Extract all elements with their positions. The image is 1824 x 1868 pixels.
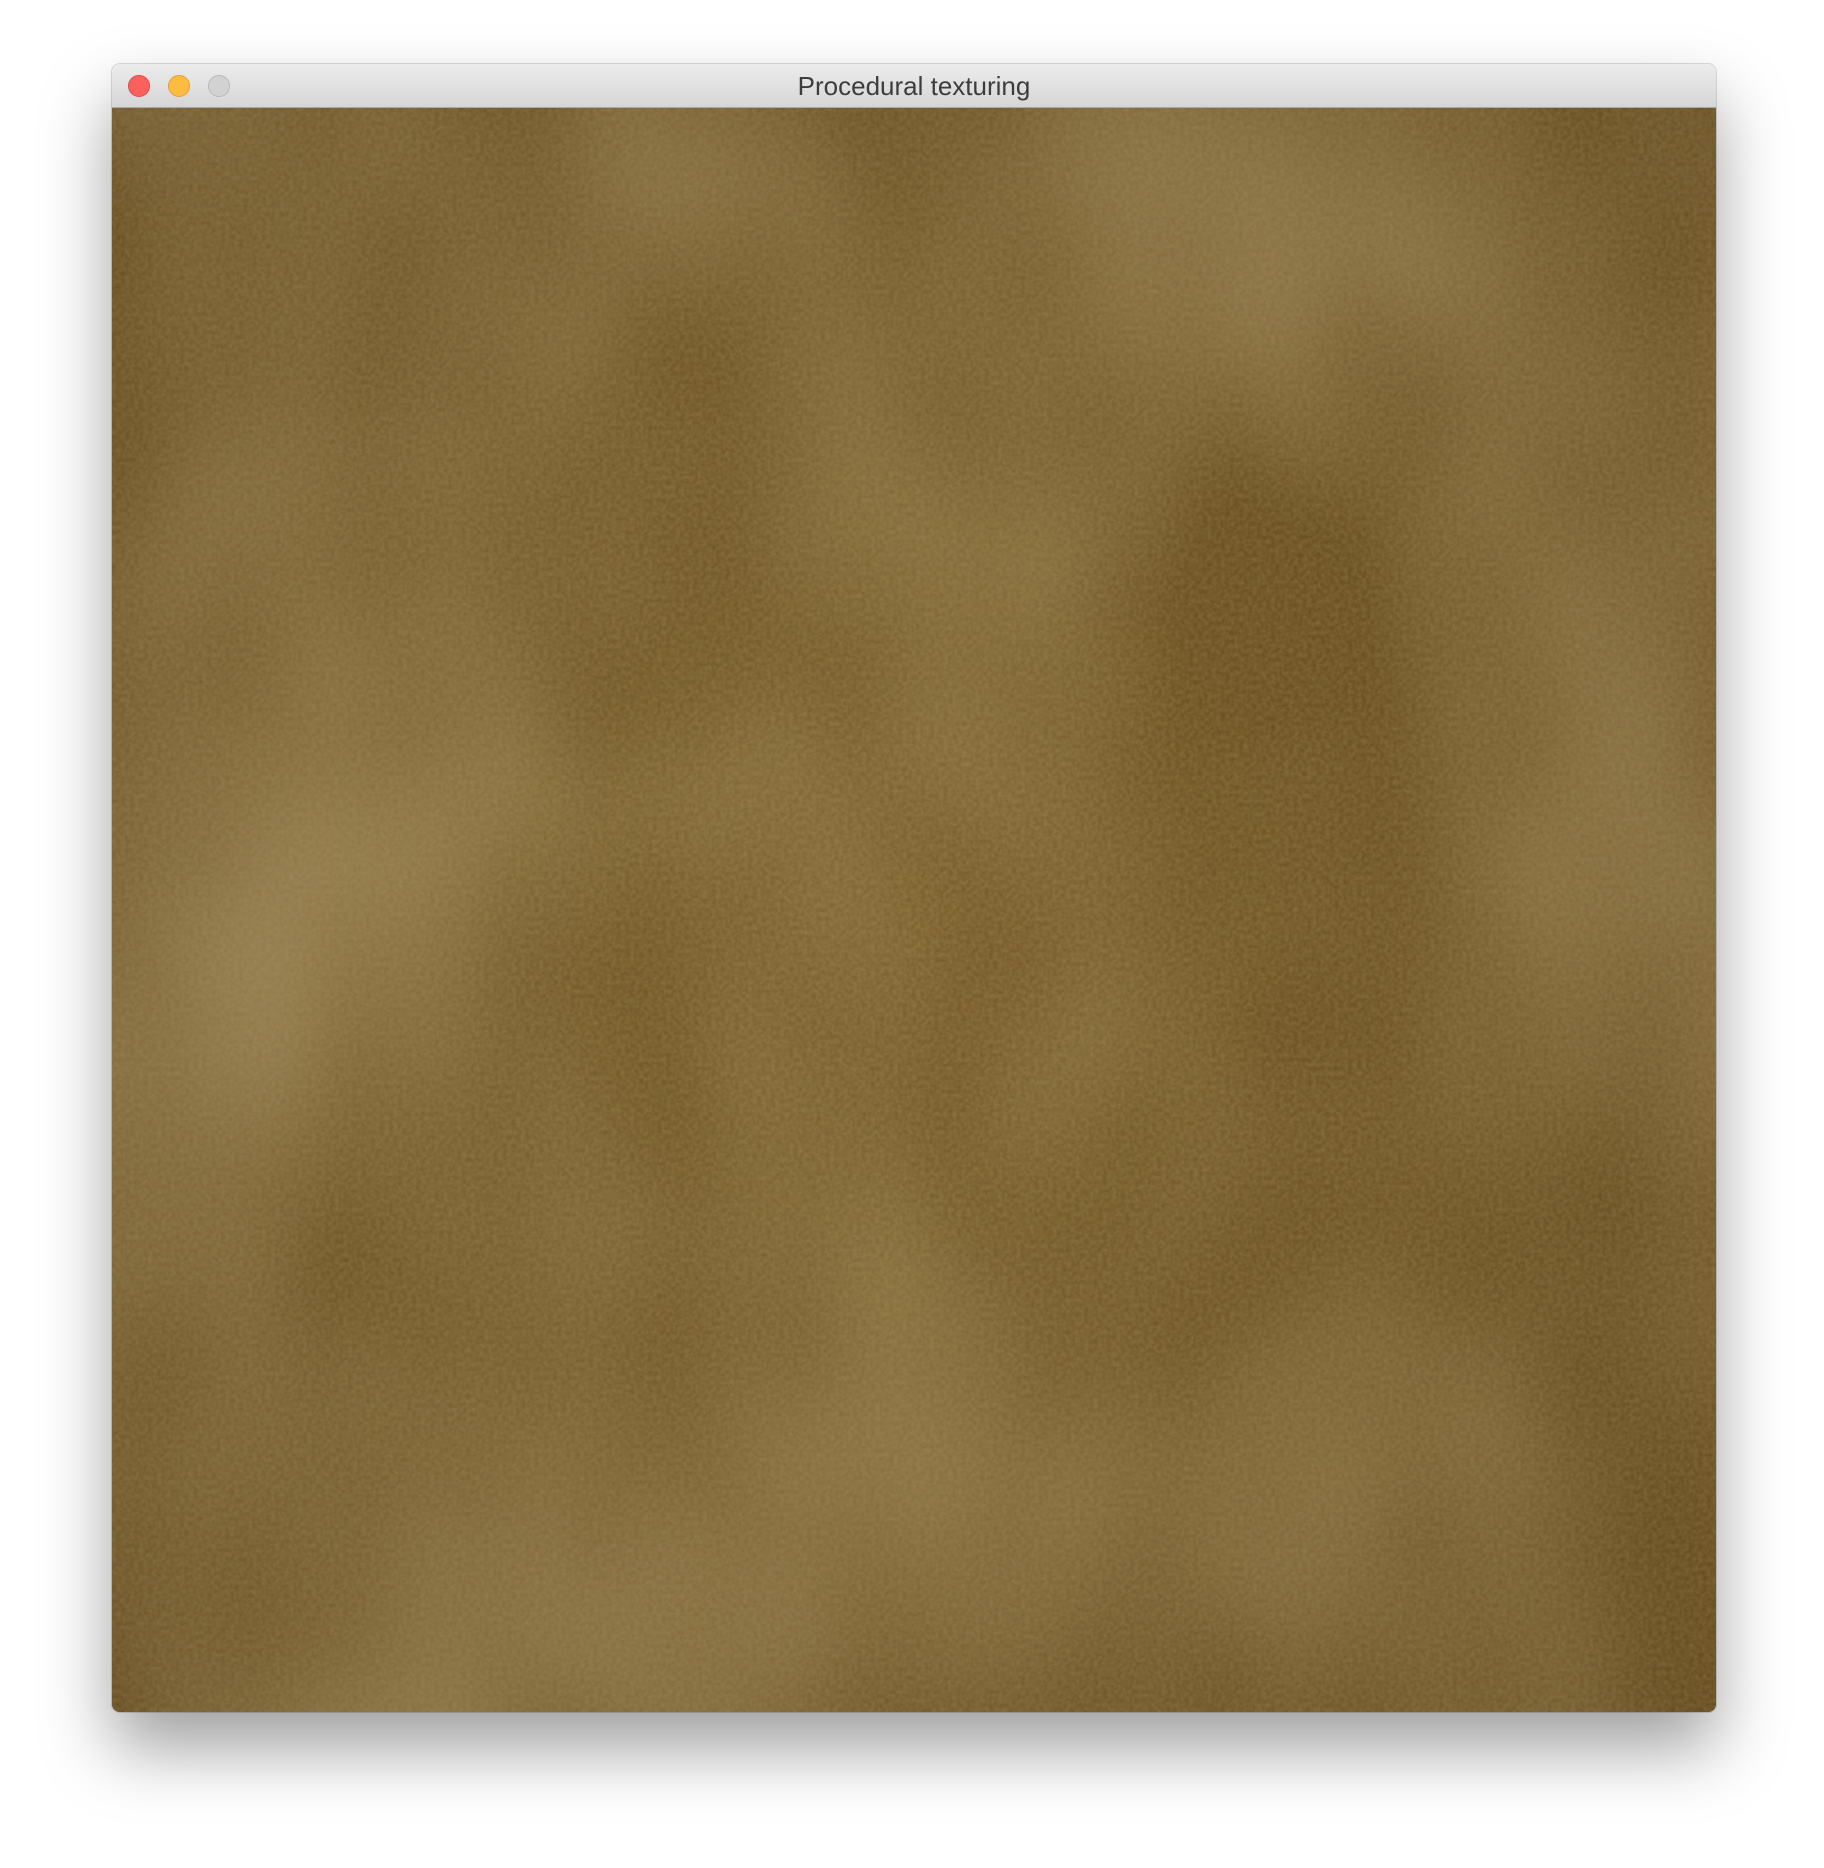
procedural-texture [112,108,1716,1712]
texture-canvas[interactable] [112,108,1716,1712]
window-title: Procedural texturing [797,71,1031,101]
texture-vignette [112,108,1716,1712]
title-bar[interactable]: Procedural texturing [112,64,1716,108]
app-window: Procedural texturing [112,64,1716,1712]
